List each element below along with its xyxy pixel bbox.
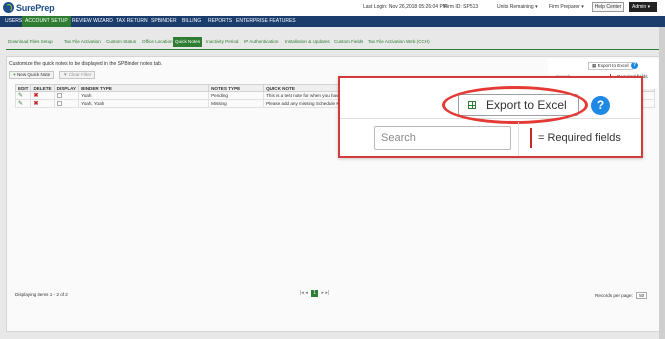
nav-reports[interactable]: REPORTS [205,16,235,27]
delete-cell: ✖ [30,91,55,100]
notes-type-cell: Missing [208,99,265,108]
col-delete[interactable]: DELETE [30,84,55,92]
edit-icon[interactable]: ✎ [18,93,23,99]
edit-cell: ✎ [14,91,32,100]
filter-icon: ▼ [63,72,68,77]
required-marker [530,128,532,148]
nav-billing[interactable]: BILLING [179,16,204,27]
search-input[interactable]: Search [374,126,511,150]
role-dropdown[interactable]: Firm Preparer [549,4,584,10]
nav-review-wizard[interactable]: REVIEW WIZARD [69,16,116,27]
subnav-ip-authentication[interactable]: IP Authentication [242,37,280,47]
binder-type-cell: Yoah, Yoah [78,99,210,108]
help-icon[interactable]: ? [591,96,610,115]
highlight-oval [442,86,588,124]
subnav-office-location[interactable]: Office Location [140,37,175,47]
firm-id: Firm ID: SP513 [444,4,479,10]
last-login: Last Login: Nov 26,2018 05:26:04 PM [363,4,447,10]
prev-page-button[interactable]: ◂ [305,290,308,296]
records-per-page-select[interactable]: 50 [636,292,648,299]
binder-type-cell: Yoah [78,91,210,100]
subnav-custom-fields[interactable]: Custom Fields [332,37,365,47]
col-notes-type[interactable]: NOTES TYPE [208,84,265,92]
subnav-custom-status[interactable]: Custom Status [104,37,138,47]
records-per-page-label: Records per page: [595,293,633,298]
page-description: Customize the quick notes to be displaye… [9,61,163,67]
callout-separator [518,122,519,156]
delete-cell: ✖ [30,99,55,108]
main-nav: USERS ACCOUNT SETUP REVIEW WIZARD TAX RE… [0,16,665,27]
subnav-quick-notes[interactable]: Quick Notes [173,37,203,47]
display-checkbox[interactable] [56,93,62,99]
delete-icon[interactable]: ✖ [33,101,38,107]
edit-cell: ✎ [14,99,32,108]
delete-icon[interactable]: ✖ [33,93,38,99]
zoom-callout: Export to Excel ? Search = Required fiel… [338,76,643,158]
clear-filter-button[interactable]: ▼ Clear Filter [59,71,96,79]
user-menu-button[interactable]: Admin [629,2,657,12]
scroll-shade [659,27,665,339]
next-page-button[interactable]: ▸ [322,290,325,296]
current-page[interactable]: 1 [311,290,319,297]
export-to-excel-button-small[interactable]: ▦ Export to Excel [588,62,633,70]
edit-icon[interactable]: ✎ [18,101,23,107]
logo-text: SurePrep [16,2,55,13]
notes-type-cell: Pending [208,91,265,100]
subnav-installation-updates[interactable]: Installation & Updates [283,37,332,47]
display-cell [53,99,80,108]
help-icon[interactable]: ? [631,62,638,69]
nav-enterprise-features[interactable]: ENTERPRISE FEATURES [233,16,299,27]
subnav-underline [6,49,660,50]
col-edit[interactable]: EDIT [14,84,32,92]
top-header: SurePrep Last Login: Nov 26,2018 05:26:0… [0,0,665,16]
sureprep-logo[interactable]: SurePrep [3,2,55,13]
export-label-small: Export to Excel [597,63,629,68]
subnav-inactivity-period[interactable]: Inactivity Period [204,37,240,47]
nav-tax-return[interactable]: TAX RETURN [113,16,151,27]
displaying-items: Displaying items 1 - 2 of 2 [15,292,68,297]
new-quick-note-label: New Quick Note [16,72,51,77]
last-page-button[interactable]: ▸| [325,290,329,296]
plus-icon: + [13,72,16,77]
clear-filter-label: Clear Filter [68,72,92,77]
required-fields-note: = Required fields [538,132,621,144]
subnav-tax-file-activation[interactable]: Tax File Activation [62,37,103,47]
display-cell [53,91,80,100]
new-quick-note-button[interactable]: + New Quick Note [9,71,55,79]
display-checkbox[interactable] [56,101,62,107]
excel-icon: ▦ [592,63,597,68]
logo-icon [3,2,14,13]
units-remaining-dropdown[interactable]: Units Remaining [497,4,538,10]
subnav-download-files-setup[interactable]: Download Files Setup [6,37,55,47]
records-per-page: Records per page: 50 [595,292,648,299]
col-display[interactable]: DISPLAY [53,84,80,92]
nav-spbinder[interactable]: SPBINDER [148,16,180,27]
pager: |◂ ◂ 1 ▸ ▸| [300,290,329,297]
col-binder-type[interactable]: BINDER TYPE [78,84,210,92]
sub-nav: Download Files Setup Tax File Activation… [6,37,656,48]
first-page-button[interactable]: |◂ [300,290,304,296]
subnav-tax-file-activation-web[interactable]: Tax File Activation Web (CCH) [366,37,432,47]
nav-account-setup[interactable]: ACCOUNT SETUP [22,16,71,27]
help-center-button[interactable]: Help Center [592,2,624,12]
